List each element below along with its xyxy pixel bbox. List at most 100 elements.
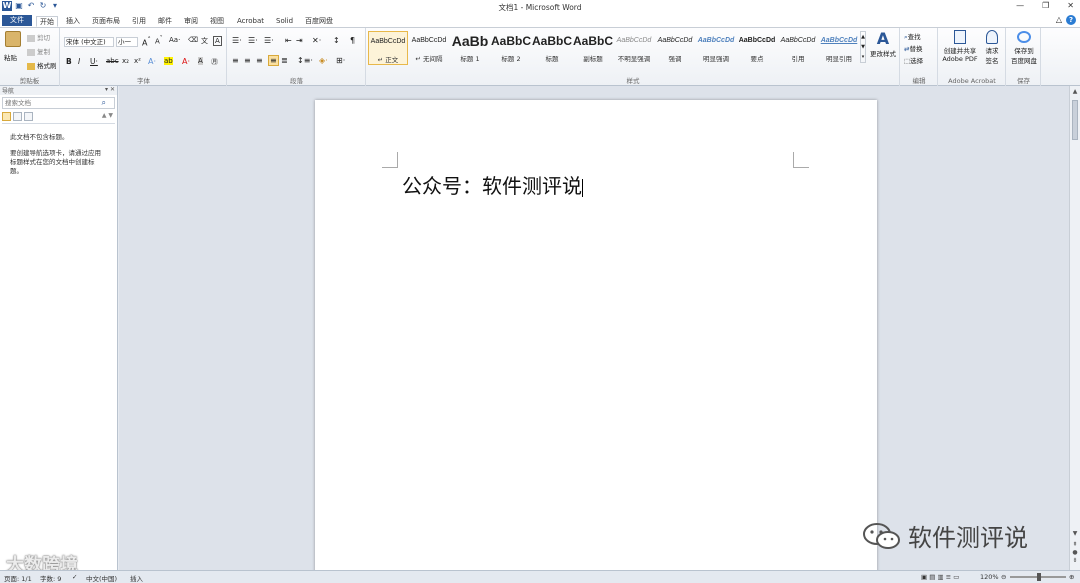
select-button[interactable]: ⬚选择 — [904, 55, 923, 65]
search-icon[interactable]: ⌕ — [102, 98, 106, 108]
increase-indent-icon[interactable]: ⇥ — [296, 36, 303, 45]
restore-icon[interactable]: ❐ — [1042, 1, 1049, 10]
paste-button[interactable]: 粘贴 — [4, 52, 17, 62]
document-body-text[interactable]: 公众号：软件测评说 — [402, 170, 583, 199]
asian-layout-icon[interactable]: ✕· — [312, 36, 321, 45]
align-center-icon[interactable]: ≡ — [244, 56, 251, 65]
char-shading-icon[interactable]: A — [198, 57, 203, 65]
style-heading-1[interactable]: AaBb 标题 1 — [450, 31, 490, 65]
font-color-icon[interactable]: A· — [182, 57, 190, 66]
help-icon[interactable]: ? — [1066, 15, 1076, 25]
tab-references[interactable]: 引用 — [129, 16, 149, 27]
show-marks-icon[interactable]: ¶ — [350, 36, 355, 45]
tab-mailings[interactable]: 邮件 — [155, 16, 175, 27]
numbering-icon[interactable]: ☰· — [248, 36, 258, 45]
bold-icon[interactable]: B — [66, 57, 72, 66]
char-border-icon[interactable]: A — [213, 36, 222, 46]
scroll-thumb[interactable] — [1072, 100, 1078, 140]
tab-baidu-netdisk[interactable]: 百度网盘 — [302, 16, 336, 27]
text-effects-icon[interactable]: A· — [148, 57, 156, 66]
zoom-level[interactable]: 120% — [980, 573, 999, 581]
style-heading-2[interactable]: AaBbC 标题 2 — [491, 31, 531, 65]
format-painter-button[interactable]: 格式刷 — [27, 60, 57, 70]
proofing-icon[interactable]: ✓ — [72, 573, 77, 581]
superscript-icon[interactable]: x² — [134, 57, 141, 65]
nav-search-input[interactable]: 搜索文档 ⌕ — [2, 97, 115, 109]
align-right-icon[interactable]: ≡ — [256, 56, 263, 65]
scroll-down-icon[interactable]: ▼ — [1070, 530, 1080, 537]
vertical-scrollbar[interactable]: ▲ ▼ ⇞ ● ⇟ — [1069, 86, 1080, 570]
decrease-indent-icon[interactable]: ⇤ — [285, 36, 292, 45]
distributed-icon[interactable]: ≣ — [281, 56, 288, 65]
find-button[interactable]: ⌕查找 — [904, 31, 921, 42]
zoom-in-icon[interactable]: ⊕ — [1069, 573, 1074, 581]
zoom-slider-thumb[interactable] — [1037, 573, 1041, 581]
shading-icon[interactable]: ◈· — [319, 56, 328, 65]
next-page-icon[interactable]: ⇟ — [1070, 557, 1080, 564]
nav-tab-pages[interactable] — [13, 112, 22, 121]
nav-tab-results[interactable] — [24, 112, 33, 121]
shrink-font-icon[interactable]: A˅ — [155, 36, 163, 45]
nav-pane-close-icon[interactable]: ▾ ✕ — [105, 86, 115, 95]
sort-icon[interactable]: ↕ — [333, 36, 340, 45]
full-screen-reading-icon[interactable]: ▤ — [929, 573, 935, 581]
nav-tab-headings[interactable] — [2, 112, 11, 121]
tab-home[interactable]: 开始 — [36, 16, 58, 27]
scroll-up-icon[interactable]: ▲ — [1070, 88, 1080, 95]
subscript-icon[interactable]: x₂ — [122, 57, 129, 65]
style-intense-emphasis[interactable]: AaBbCcDd 明显强调 — [696, 31, 736, 65]
font-size-select[interactable]: 小一 — [116, 37, 138, 47]
borders-icon[interactable]: ⊞· — [336, 56, 345, 65]
web-layout-icon[interactable]: ▥ — [937, 573, 943, 581]
justify-icon[interactable]: ≡ — [268, 55, 279, 66]
page-count[interactable]: 页面: 1/1 — [4, 573, 32, 583]
outline-icon[interactable]: ≡ — [946, 573, 951, 581]
highlight-icon[interactable]: ab — [164, 57, 173, 65]
save-baidu-button[interactable]: 保存到 百度网盘 — [1008, 30, 1040, 65]
bullets-icon[interactable]: ☰· — [232, 36, 242, 45]
tab-solid[interactable]: Solid — [273, 16, 296, 27]
close-icon[interactable]: ✕ — [1067, 1, 1074, 10]
create-pdf-button[interactable]: 创建并共享 Adobe PDF — [940, 30, 980, 63]
tab-insert[interactable]: 插入 — [63, 16, 83, 27]
draft-icon[interactable]: ▭ — [953, 573, 959, 581]
word-count[interactable]: 字数: 9 — [40, 573, 61, 583]
copy-button[interactable]: 复制 — [27, 46, 50, 56]
align-left-icon[interactable]: ≡ — [232, 56, 239, 65]
style-title[interactable]: AaBbC 标题 — [532, 31, 572, 65]
document-page[interactable]: 公众号：软件测评说 — [315, 100, 877, 580]
cut-button[interactable]: 剪切 — [27, 32, 50, 42]
ribbon-collapse-icon[interactable]: △ — [1056, 15, 1062, 25]
clear-format-icon[interactable]: ⌫ — [188, 36, 198, 44]
styles-scroll[interactable]: ▲ ▼ ▾ — [860, 31, 866, 63]
line-spacing-icon[interactable]: ↕≡· — [297, 56, 313, 65]
style-normal[interactable]: AaBbCcDd ↵ 正文 — [368, 31, 408, 65]
zoom-out-icon[interactable]: ⊖ — [1001, 573, 1006, 581]
font-name-select[interactable]: 宋体 (中文正) — [64, 37, 114, 47]
grow-font-icon[interactable]: A˄ — [142, 36, 151, 48]
style-strong[interactable]: AaBbCcDd 要点 — [737, 31, 777, 65]
italic-icon[interactable]: I — [78, 57, 80, 66]
request-signature-button[interactable]: 请求 签名 — [982, 30, 1002, 65]
multilevel-list-icon[interactable]: ☰· — [264, 36, 274, 45]
strikethrough-icon[interactable]: abc — [106, 57, 119, 65]
tab-view[interactable]: 视图 — [207, 16, 227, 27]
change-styles-button[interactable]: A 更改样式 — [869, 30, 897, 59]
prev-page-icon[interactable]: ⇞ — [1070, 541, 1080, 548]
replace-button[interactable]: ⇄替换 — [904, 43, 922, 53]
tab-file[interactable]: 文件 — [2, 15, 32, 26]
tab-acrobat[interactable]: Acrobat — [234, 16, 267, 27]
language[interactable]: 中文(中国) — [86, 573, 117, 583]
change-case-icon[interactable]: Aa· — [169, 36, 180, 44]
insert-mode[interactable]: 插入 — [130, 573, 143, 583]
style-quote[interactable]: AaBbCcDd 引用 — [778, 31, 818, 65]
tab-review[interactable]: 审阅 — [181, 16, 201, 27]
tab-page-layout[interactable]: 页面布局 — [89, 16, 123, 27]
zoom-slider[interactable] — [1010, 573, 1066, 581]
style-subtitle[interactable]: AaBbC 副标题 — [573, 31, 613, 65]
print-layout-icon[interactable]: ▣ — [921, 573, 927, 581]
phonetic-guide-icon[interactable]: 文 — [201, 36, 208, 46]
style-subtle-emphasis[interactable]: AaBbCcDd 不明显强调 — [614, 31, 654, 65]
style-emphasis[interactable]: AaBbCcDd 强调 — [655, 31, 695, 65]
enclose-char-icon[interactable]: ㊊ — [211, 57, 218, 67]
